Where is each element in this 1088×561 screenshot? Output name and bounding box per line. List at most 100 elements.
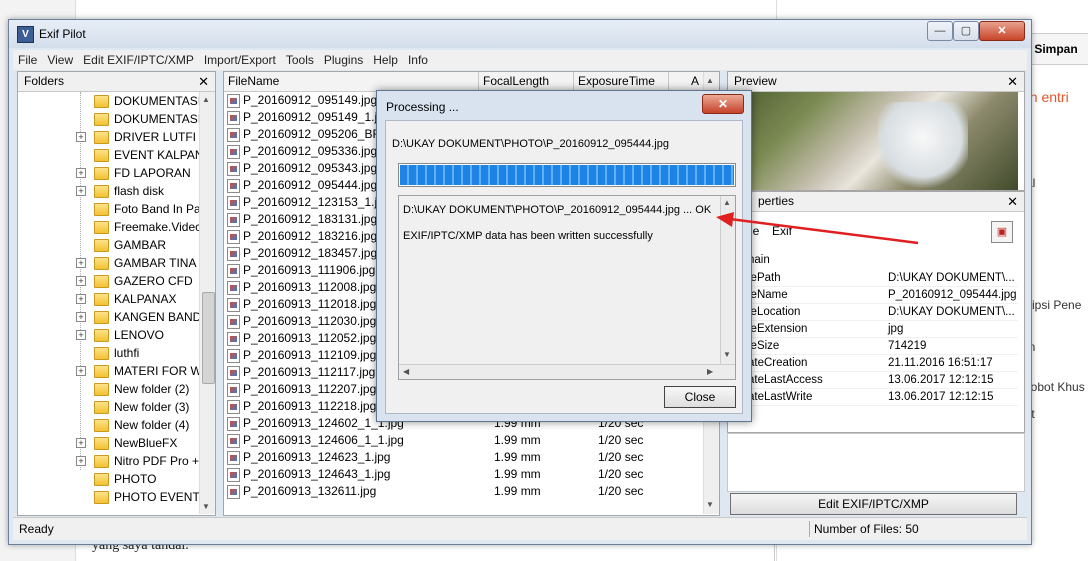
folder-item[interactable]: DOKUMENTASI (18, 92, 201, 110)
folder-item[interactable]: New folder (4) (18, 416, 198, 434)
property-row[interactable]: ateLastWrite 13.06.2017 12:12:15 (728, 389, 1018, 406)
expand-icon[interactable]: + (76, 132, 86, 142)
scroll-left-icon[interactable]: ◀ (403, 367, 409, 376)
expand-icon[interactable]: + (76, 330, 86, 340)
folder-item[interactable]: GAMBAR (18, 236, 198, 254)
file-name-cell: P_20160912_095149.jpg (243, 93, 378, 107)
menu-help[interactable]: Help (368, 50, 403, 70)
folder-item[interactable]: + KANGEN BAND (18, 308, 201, 326)
folder-item[interactable]: Foto Band In Pa (18, 200, 201, 218)
expand-icon[interactable]: + (76, 438, 86, 448)
property-value: 21.11.2016 16:51:17 (888, 357, 993, 369)
minimize-button[interactable]: — (927, 21, 953, 41)
expand-icon[interactable]: + (76, 366, 86, 376)
menu-view[interactable]: View (42, 50, 78, 70)
folder-item[interactable]: PHOTO EVENT (18, 488, 200, 506)
title-bar[interactable]: V Exif Pilot — ▢ ✕ (9, 20, 1031, 48)
menu-edit-exif[interactable]: Edit EXIF/IPTC/XMP (78, 50, 199, 70)
file-name-cell: P_20160913_124606_1_1.jpg (243, 433, 404, 447)
expand-icon[interactable]: + (76, 294, 86, 304)
file-name-cell: P_20160913_112018.jpg (243, 297, 377, 311)
scroll-down-icon[interactable]: ▼ (202, 502, 210, 511)
focal-length-cell: 1.99 mm (494, 484, 541, 498)
folder-item[interactable]: New folder (3) (18, 398, 198, 416)
property-row[interactable]: leExtension jpg (728, 321, 1018, 338)
scroll-up-icon[interactable]: ▲ (202, 95, 210, 104)
folder-item[interactable]: New folder (2) (18, 380, 198, 398)
refresh-icon[interactable]: ▣ (991, 221, 1013, 243)
folder-icon (94, 275, 109, 288)
folder-label: Foto Band In Pa (114, 202, 201, 216)
menu-file[interactable]: File (13, 50, 42, 70)
folder-item[interactable]: + FD LAPORAN (18, 164, 198, 182)
folder-item[interactable]: + Nitro PDF Pro + (18, 452, 199, 470)
expand-icon[interactable]: + (76, 312, 86, 322)
file-row[interactable]: P_20160913_132611.jpg 1.99 mm 1/20 sec (224, 483, 704, 500)
folder-item[interactable]: + flash disk (18, 182, 198, 200)
property-row[interactable]: leName P_20160912_095444.jpg (728, 287, 1018, 304)
property-value: D:\UKAY DOKUMENT\... (888, 306, 1015, 318)
file-row[interactable]: P_20160913_124643_1.jpg 1.99 mm 1/20 sec (224, 466, 704, 483)
folders-scrollbar[interactable]: ▲ ▼ (199, 92, 215, 514)
dialog-close-icon[interactable]: ✕ (702, 94, 744, 114)
scroll-down-icon[interactable]: ▼ (706, 500, 714, 509)
property-row[interactable]: leSize 714219 (728, 338, 1018, 355)
file-name-cell: P_20160912_095343.jpg (243, 161, 378, 175)
file-row[interactable]: P_20160913_124606_1_1.jpg 1.99 mm 1/20 sec (224, 432, 704, 449)
column-focal-length[interactable]: FocalLength (479, 72, 574, 91)
folders-close-icon[interactable]: ✕ (198, 72, 209, 91)
file-row[interactable]: P_20160913_124623_1.jpg 1.99 mm 1/20 sec (224, 449, 704, 466)
image-file-icon (227, 468, 240, 482)
folder-item[interactable]: + KALPANAX (18, 290, 198, 308)
properties-list: lePath D:\UKAY DOKUMENT\... leName P_201609… (728, 270, 1018, 406)
folder-item[interactable]: luthfi (18, 344, 198, 362)
preview-close-icon[interactable]: ✕ (1007, 72, 1018, 91)
property-row[interactable]: ateLastAccess 13.06.2017 12:12:15 (728, 372, 1018, 389)
expand-icon[interactable]: + (76, 168, 86, 178)
scroll-up-icon[interactable]: ▲ (723, 198, 731, 207)
scroll-right-icon[interactable]: ▶ (707, 367, 713, 376)
property-row[interactable]: lePath D:\UKAY DOKUMENT\... (728, 270, 1018, 287)
expand-icon[interactable]: + (76, 186, 86, 196)
window-close-button[interactable]: ✕ (979, 21, 1025, 41)
column-aperture[interactable]: A (669, 72, 704, 91)
folder-item[interactable]: + LENOVO (18, 326, 198, 344)
folder-icon (94, 149, 109, 162)
folders-scroll-thumb[interactable] (202, 292, 215, 384)
folder-item[interactable]: Freemake.Videc (18, 218, 201, 236)
file-name-cell: P_20160912_095149_1.jpg (243, 110, 391, 124)
property-row[interactable]: leLocation D:\UKAY DOKUMENT\... (728, 304, 1018, 321)
folder-label: luthfi (114, 346, 140, 360)
log-vertical-scrollbar[interactable]: ▲ ▼ (720, 196, 735, 364)
folder-item[interactable]: + GAMBAR TINA (18, 254, 198, 272)
scroll-up-icon[interactable]: ▲ (706, 76, 714, 85)
folder-item[interactable]: PHOTO (18, 470, 198, 488)
folder-item[interactable]: + MATERI FOR W (18, 362, 202, 380)
expand-icon[interactable]: + (76, 276, 86, 286)
column-exposure-time[interactable]: ExposureTime (574, 72, 669, 91)
property-row[interactable]: ateCreation 21.11.2016 16:51:17 (728, 355, 1018, 372)
folder-label: New folder (3) (114, 400, 190, 414)
folder-item[interactable]: + GAZERO CFD (18, 272, 198, 290)
menu-info[interactable]: Info (403, 50, 433, 70)
dialog-close-button[interactable]: Close (664, 386, 736, 408)
log-horizontal-scrollbar[interactable]: ◀ ▶ (399, 364, 735, 379)
edit-exif-button[interactable]: Edit EXIF/IPTC/XMP (730, 493, 1017, 515)
scroll-down-icon[interactable]: ▼ (723, 350, 731, 359)
folder-item[interactable]: + DRIVER LUTFI (18, 128, 198, 146)
properties-close-icon[interactable]: ✕ (1007, 192, 1018, 211)
expand-icon[interactable]: + (76, 258, 86, 268)
tab-exif[interactable]: Exif (772, 224, 792, 238)
folder-item[interactable]: EVENT KALPAN (18, 146, 204, 164)
folder-label: flash disk (114, 184, 165, 198)
menu-import-export[interactable]: Import/Export (199, 50, 281, 70)
folder-item[interactable]: DOKUMENTASI (18, 110, 201, 128)
maximize-button[interactable]: ▢ (953, 21, 979, 41)
menu-tools[interactable]: Tools (281, 50, 319, 70)
expand-icon[interactable]: + (76, 456, 86, 466)
column-filename[interactable]: FileName (224, 72, 479, 91)
properties-extra-area (727, 433, 1025, 492)
folder-item[interactable]: + NewBlueFX (18, 434, 198, 452)
image-file-icon (227, 298, 240, 312)
menu-plugins[interactable]: Plugins (319, 50, 368, 70)
